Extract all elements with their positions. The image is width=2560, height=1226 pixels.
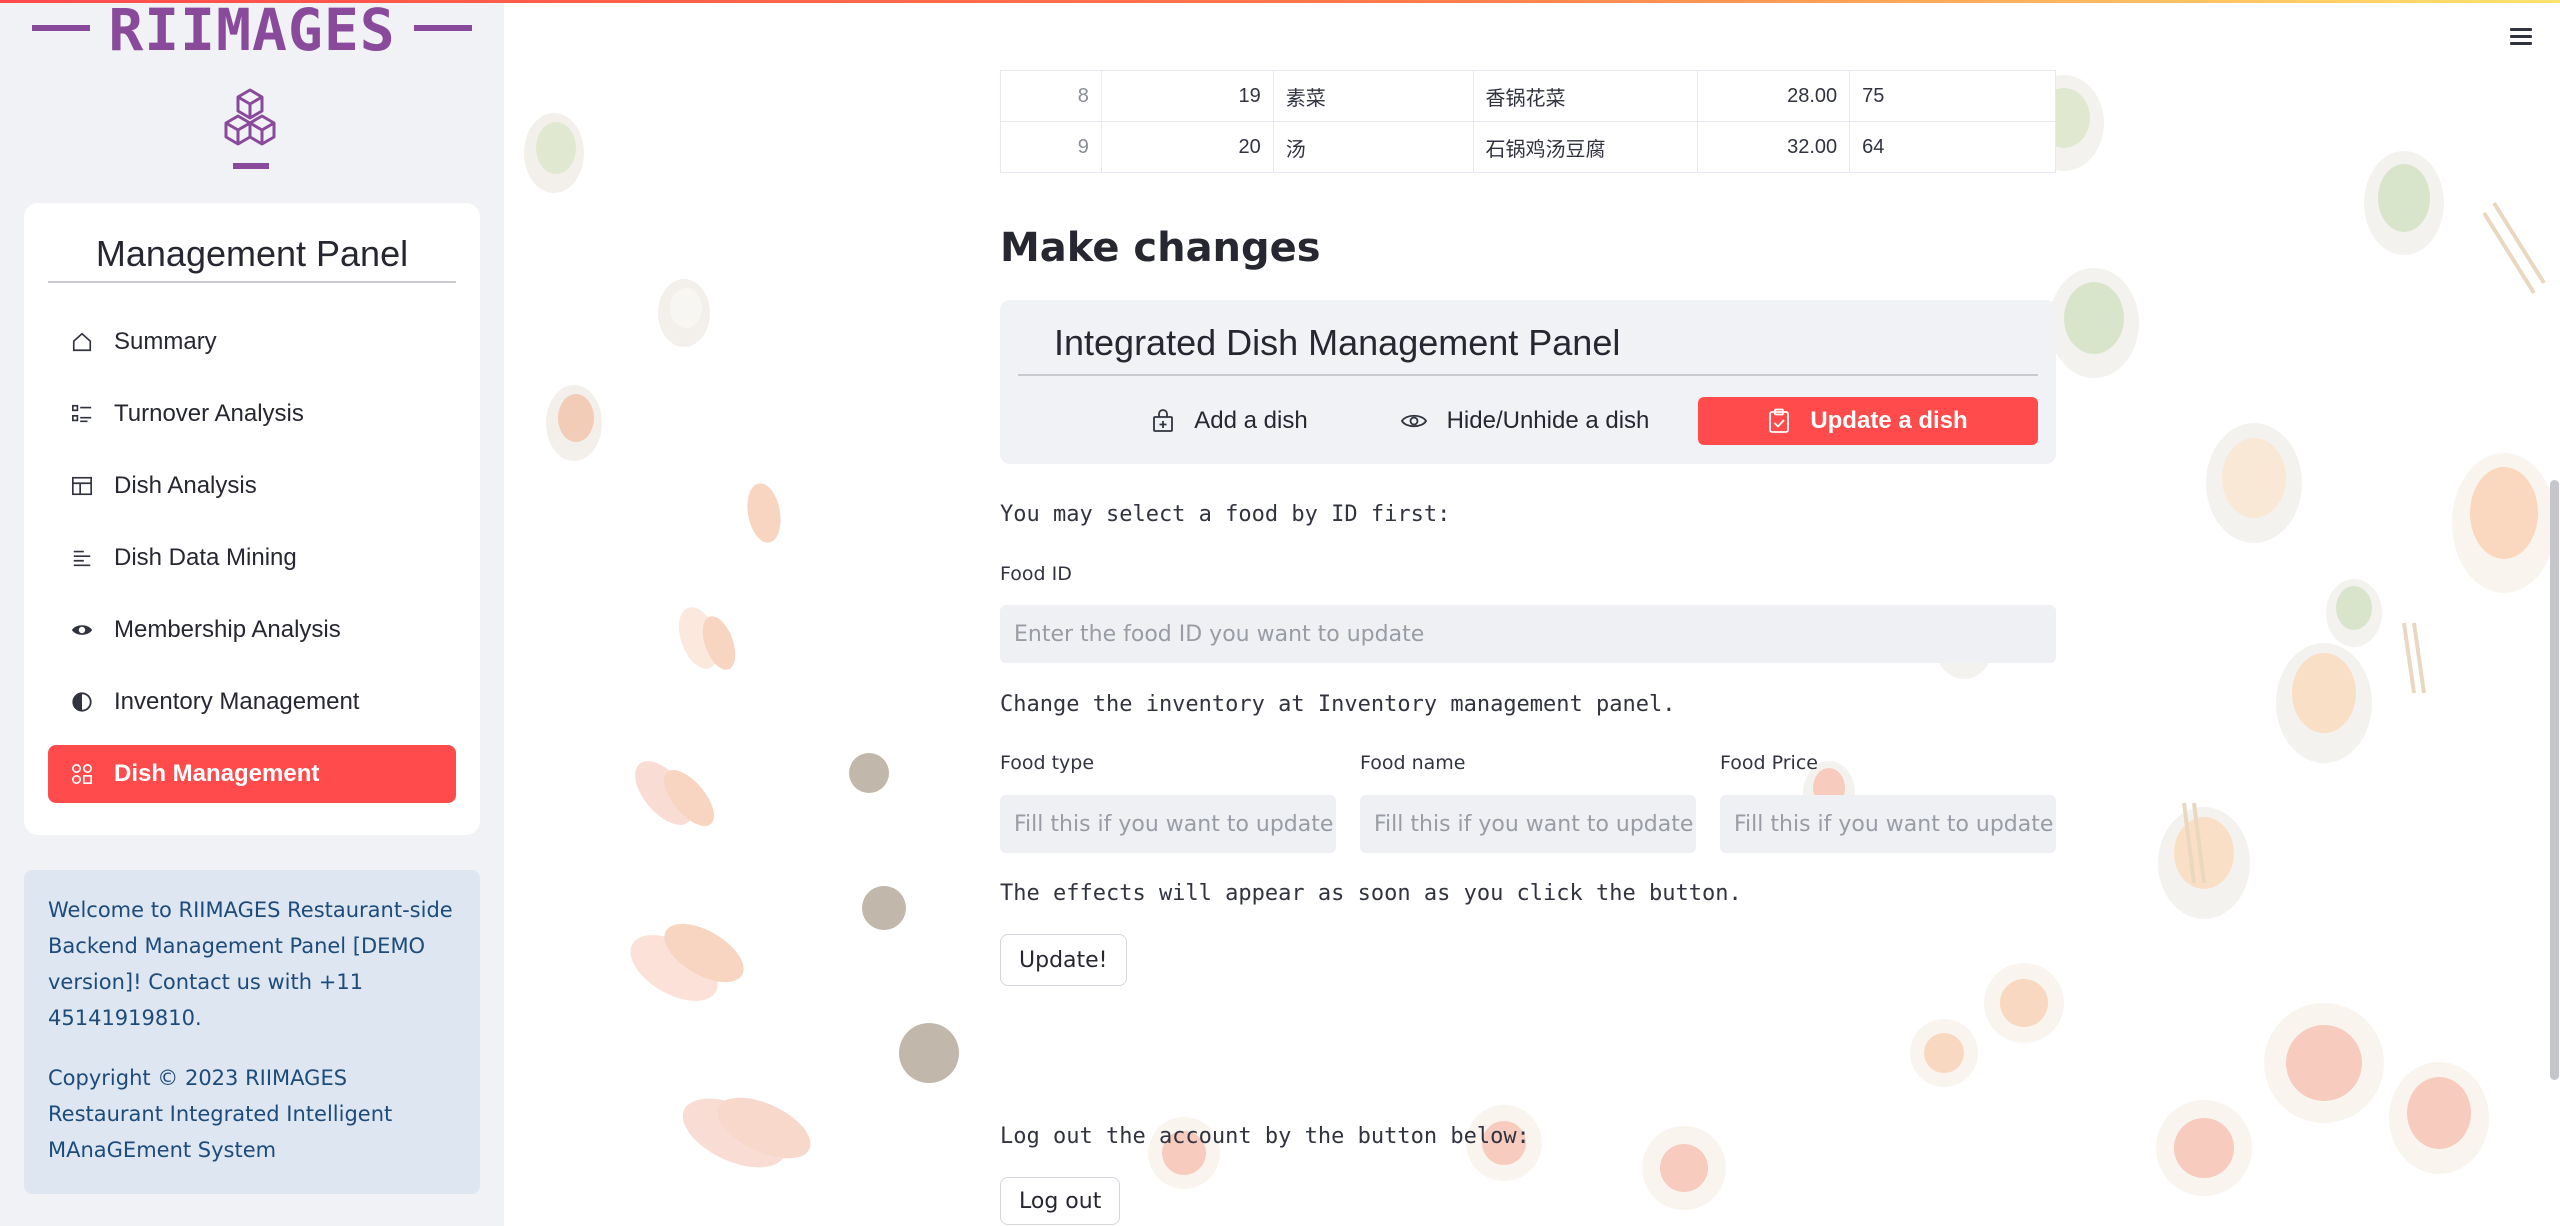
- top-decoration-bar: [0, 0, 2560, 3]
- table-row[interactable]: 8 19 素菜 香锅花菜 28.00 75: [1000, 70, 2056, 122]
- tab-update-dish[interactable]: Update a dish: [1698, 397, 2038, 445]
- logo-underline: [233, 163, 269, 169]
- menu-item-label: Dish Analysis: [114, 472, 257, 499]
- menu-item-turnover-analysis[interactable]: Turnover Analysis: [48, 385, 456, 443]
- logout-hint-text: Log out the account by the button below:: [1000, 1124, 1530, 1149]
- cell-type[interactable]: 汤: [1272, 121, 1474, 173]
- logo-text: RIIMAGES: [108, 0, 396, 64]
- food-price-label: Food Price: [1720, 752, 1818, 774]
- sushi-icon: [635, 761, 715, 827]
- noodle-bowl-icon: [1642, 1126, 1726, 1210]
- cell-id[interactable]: 20: [1100, 121, 1274, 173]
- dish-management-panel: Integrated Dish Management Panel Add a d…: [1000, 300, 2056, 464]
- sushi-icon: [678, 607, 736, 670]
- info-box: Welcome to RIIMAGES Restaurant-side Back…: [24, 870, 480, 1194]
- list-check-icon: [70, 402, 94, 426]
- food-type-label: Food type: [1000, 752, 1095, 774]
- cell-type[interactable]: 素菜: [1272, 70, 1474, 122]
- navigation-menu: Management Panel Summary Turnover Analys…: [24, 203, 480, 835]
- cell-price[interactable]: 32.00: [1697, 121, 1851, 173]
- tab-label: Add a dish: [1194, 407, 1308, 434]
- effects-hint-text: The effects will appear as soon as you c…: [1000, 881, 1742, 906]
- main-menu-icon[interactable]: [2510, 28, 2532, 46]
- inventory-hint-text: Change the inventory at Inventory manage…: [1000, 692, 1676, 717]
- text-lines-icon: [70, 546, 94, 570]
- eye-icon: [70, 618, 94, 642]
- copyright-text: Copyright © 2023 RIIMAGES Restaurant Int…: [48, 1066, 393, 1162]
- panel-title: Integrated Dish Management Panel: [1018, 310, 2038, 376]
- half-circle-icon: [70, 690, 94, 714]
- cubes-logo-icon: [224, 88, 276, 146]
- menu-item-inventory-management[interactable]: Inventory Management: [48, 673, 456, 731]
- chopsticks-icon: [2182, 201, 2546, 884]
- bowl-icon: [2452, 453, 2556, 593]
- eye-outline-icon: [1400, 411, 1427, 431]
- cell-name[interactable]: 香锅花菜: [1472, 70, 1699, 122]
- food-name-label: Food name: [1360, 752, 1466, 774]
- food-price-input[interactable]: Fill this if you want to update: [1720, 795, 2056, 853]
- menu-item-membership-analysis[interactable]: Membership Analysis: [48, 601, 456, 659]
- cell-name[interactable]: 石锅鸡汤豆腐: [1472, 121, 1699, 173]
- food-type-input[interactable]: Fill this if you want to update: [1000, 795, 1336, 853]
- row-index: 9: [1000, 121, 1102, 173]
- menu-item-dish-data-mining[interactable]: Dish Data Mining: [48, 529, 456, 587]
- menu-item-summary[interactable]: Summary: [48, 313, 456, 371]
- bowl-icon: [2364, 151, 2444, 255]
- bowl-icon: [2049, 268, 2139, 378]
- cell-stock[interactable]: 64: [1849, 121, 2056, 173]
- food-id-label: Food ID: [1000, 563, 1072, 585]
- menu-item-dish-management[interactable]: Dish Management: [48, 745, 456, 803]
- bowl-icon: [2206, 423, 2302, 543]
- bowl-icon: [2326, 579, 2382, 647]
- house-icon: [70, 330, 94, 354]
- menu-title: Management Panel: [48, 227, 456, 283]
- bowl-icon: [546, 385, 602, 461]
- bag-plus-icon: [1152, 409, 1174, 433]
- noodle-bowl-icon: [2156, 1100, 2252, 1196]
- select-hint-text: You may select a food by ID first:: [1000, 502, 1451, 527]
- sushi-icon: [682, 1097, 811, 1168]
- menu-item-label: Turnover Analysis: [114, 400, 304, 427]
- tab-label: Hide/Unhide a dish: [1446, 407, 1650, 434]
- table-row[interactable]: 9 20 汤 石锅鸡汤豆腐 32.00 64: [1000, 121, 2056, 173]
- meatball-icon: [849, 753, 959, 1083]
- menu-item-label: Inventory Management: [114, 688, 360, 715]
- menu-item-label: Membership Analysis: [114, 616, 341, 643]
- menu-item-label: Dish Data Mining: [114, 544, 297, 571]
- make-changes-heading: Make changes: [1000, 225, 1321, 271]
- bowl-icon: [2389, 1062, 2489, 1174]
- food-name-input[interactable]: Fill this if you want to update: [1360, 795, 1696, 853]
- scrollbar-thumb[interactable]: [2550, 480, 2559, 1080]
- tab-hide-unhide-dish[interactable]: Hide/Unhide a dish: [1380, 397, 1670, 445]
- row-index: 8: [1000, 70, 1102, 122]
- tab-label: Update a dish: [1810, 407, 1968, 434]
- food-id-input[interactable]: Enter the food ID you want to update: [1000, 605, 2056, 663]
- dish-table: 8 19 素菜 香锅花菜 28.00 75 9 20 汤 石锅鸡汤豆腐 32.0…: [1000, 70, 2056, 173]
- bowl-icon: [2158, 807, 2250, 919]
- cell-stock[interactable]: 75: [1849, 70, 2056, 122]
- bowl-icon: [2276, 643, 2372, 763]
- noodle-bowl-icon: [1910, 1019, 1978, 1087]
- noodle-bowl-icon: [2264, 1003, 2384, 1123]
- bowl-icon: [524, 113, 584, 193]
- layout-icon: [70, 474, 94, 498]
- grid-dots-icon: [70, 762, 94, 786]
- brand-logo: RIIMAGES: [0, 0, 504, 60]
- bowl-icon: [658, 279, 710, 347]
- menu-item-dish-analysis[interactable]: Dish Analysis: [48, 457, 456, 515]
- welcome-text: Welcome to RIIMAGES Restaurant-side Back…: [48, 898, 453, 1030]
- logout-button[interactable]: Log out: [1000, 1177, 1121, 1225]
- cell-price[interactable]: 28.00: [1697, 70, 1851, 122]
- menu-item-label: Summary: [114, 328, 217, 355]
- noodle-bowl-icon: [1984, 963, 2064, 1043]
- update-button[interactable]: Update!: [1000, 934, 1127, 986]
- clipboard-check-icon: [1768, 408, 1790, 434]
- tab-add-dish[interactable]: Add a dish: [1100, 397, 1360, 445]
- cell-id[interactable]: 19: [1100, 70, 1274, 122]
- sidebar: RIIMAGES Management Panel Summary Turnov…: [0, 0, 504, 1226]
- sushi-icon: [747, 483, 781, 543]
- sushi-icon: [630, 923, 744, 1001]
- menu-item-label: Dish Management: [114, 760, 320, 787]
